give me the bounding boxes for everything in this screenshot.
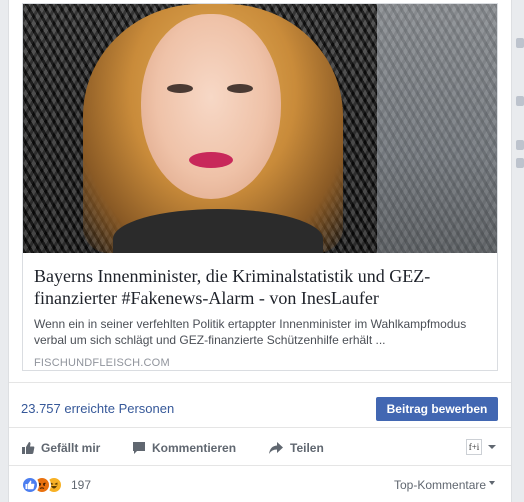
reactions-row: 197 Top-Kommentare (9, 466, 511, 502)
link-preview[interactable]: Bayerns Innenminister, die Kriminalstati… (22, 3, 498, 371)
edge-marker (516, 96, 524, 106)
left-eye (167, 84, 193, 93)
comment-button[interactable]: Kommentieren (132, 440, 236, 456)
chevron-down-icon (488, 445, 496, 449)
action-row: Gefällt mir Kommentieren Teilen f+i (9, 428, 511, 466)
edge-marker (516, 140, 524, 150)
thumbs-up-icon (22, 442, 35, 454)
share-button[interactable]: Teilen (268, 440, 324, 456)
right-eye (227, 84, 253, 93)
link-title[interactable]: Bayerns Innenminister, die Kriminalstati… (34, 265, 486, 309)
link-preview-image[interactable] (23, 4, 497, 253)
comment-sort-label: Top-Kommentare (394, 478, 487, 492)
share-arrow-icon (269, 442, 283, 454)
page-identity-switcher[interactable]: f+i (466, 439, 498, 455)
face-shape (141, 14, 281, 199)
reach-count-link[interactable]: 23.757 erreichte Personen (21, 401, 174, 416)
edge-marker (516, 38, 524, 48)
link-text-block[interactable]: Bayerns Innenminister, die Kriminalstati… (23, 253, 497, 370)
share-label: Teilen (290, 441, 324, 455)
edge-marker (516, 158, 524, 168)
lips (189, 152, 233, 168)
reaction-count[interactable]: 197 (71, 478, 91, 492)
reach-row: 23.757 erreichte Personen Beitrag bewerb… (9, 382, 511, 428)
link-description: Wenn ein in seiner verfehlten Politik er… (34, 317, 467, 347)
page-avatar: f+i (466, 439, 482, 455)
comment-label: Kommentieren (152, 441, 237, 455)
comment-icon (133, 442, 145, 454)
post-card: Bayerns Innenminister, die Kriminalstati… (8, 0, 512, 502)
sky-background (377, 4, 497, 253)
caret-down-icon (489, 481, 496, 485)
like-reaction-icon (21, 476, 39, 494)
like-label: Gefällt mir (41, 441, 101, 455)
reaction-icons[interactable] (21, 476, 75, 494)
comment-sort-dropdown[interactable]: Top-Kommentare (394, 478, 496, 492)
boost-post-button[interactable]: Beitrag bewerben (376, 397, 498, 421)
right-edge-strip (516, 0, 524, 502)
like-button[interactable]: Gefällt mir (21, 440, 100, 456)
link-domain: FISCHUNDFLEISCH.COM (34, 357, 170, 369)
